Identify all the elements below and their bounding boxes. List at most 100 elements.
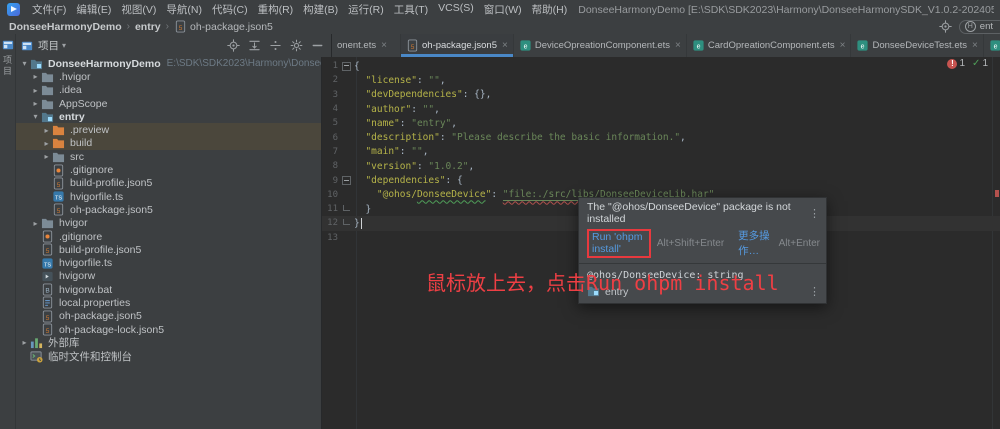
chevron-right-icon[interactable]: ▸ xyxy=(41,139,52,148)
close-icon[interactable]: × xyxy=(840,40,846,51)
chevron-right-icon[interactable]: ▸ xyxy=(30,219,41,228)
tree-row-.gitignore[interactable]: .gitignore xyxy=(16,230,321,243)
chevron-right-icon[interactable]: ▸ xyxy=(41,126,52,135)
project-stripe-icon[interactable] xyxy=(2,39,14,51)
close-icon[interactable]: × xyxy=(675,40,681,51)
kebab-menu-icon[interactable]: ⋮ xyxy=(809,285,820,298)
run-target-selector[interactable]: H ent xyxy=(959,20,1000,34)
chevron-right-icon[interactable]: ▸ xyxy=(30,99,41,108)
code-line-9[interactable]: 9 "dependencies": { xyxy=(322,173,1000,187)
tree-row-DonseeHarmonyDemo[interactable]: ▾DonseeHarmonyDemoE:\SDK\SDK2023\Harmony… xyxy=(16,57,321,70)
tree-row-.preview[interactable]: ▸.preview xyxy=(16,123,321,136)
chevron-right-icon[interactable]: ▸ xyxy=(19,338,30,347)
tree-row-build[interactable]: ▸build xyxy=(16,137,321,150)
tree-row-hvigorfile.ts[interactable]: TShvigorfile.ts xyxy=(16,190,321,203)
tree-row-外部库[interactable]: ▸外部库 xyxy=(16,336,321,349)
breadcrumb-items: DonseeHarmonyDemo›entry›5oh-package.json… xyxy=(9,20,273,33)
chevron-right-icon[interactable]: ▸ xyxy=(30,72,41,81)
tree-row-hvigorw.bat[interactable]: Bhvigorw.bat xyxy=(16,283,321,296)
json-icon: 5 xyxy=(41,243,55,256)
tree-row-build-profile.json5[interactable]: 5build-profile.json5 xyxy=(16,177,321,190)
menu-导航[interactable]: 导航(N) xyxy=(161,2,207,17)
chevron-down-icon[interactable]: ▾ xyxy=(30,112,41,121)
tree-row-local.properties[interactable]: local.properties xyxy=(16,296,321,309)
tab-CardOpreationComponent.ets[interactable]: eCardOpreationComponent.ets× xyxy=(687,34,852,57)
tree-row-entry[interactable]: ▾ entry xyxy=(16,110,321,123)
close-icon[interactable]: × xyxy=(502,40,508,51)
tree-row-hvigorw[interactable]: hvigorw xyxy=(16,270,321,283)
menu-窗口[interactable]: 窗口(W) xyxy=(479,2,527,17)
code-line-4[interactable]: 4 "author": "", xyxy=(322,102,1000,116)
code-line-6[interactable]: 6 "description": "Please describe the ba… xyxy=(322,130,1000,144)
tree-row-临时文件和控制台[interactable]: 临时文件和控制台 xyxy=(16,350,321,363)
menu-运行[interactable]: 运行(R) xyxy=(343,2,389,17)
tab-onent.ets[interactable]: onent.ets× xyxy=(332,34,401,57)
chevron-right-icon[interactable]: ▸ xyxy=(41,152,52,161)
menu-VCS[interactable]: VCS(S) xyxy=(433,2,479,17)
error-stripe-mark[interactable] xyxy=(995,190,999,197)
tree-row-src[interactable]: ▸src xyxy=(16,150,321,163)
tree-row-AppScope[interactable]: ▸AppScope xyxy=(16,97,321,110)
tree-row-.gitignore[interactable]: .gitignore xyxy=(16,163,321,176)
menu-代码[interactable]: 代码(C) xyxy=(207,2,253,17)
breadcrumb-item[interactable]: 5oh-package.json5 xyxy=(174,20,273,33)
tree-row-.hvigor[interactable]: ▸.hvigor xyxy=(16,70,321,83)
tree-row-hvigor[interactable]: ▸hvigor xyxy=(16,217,321,230)
close-icon[interactable]: × xyxy=(381,40,387,51)
locate-icon[interactable] xyxy=(227,39,240,52)
tab-DeviceOpreationComponent.ets[interactable]: eDeviceOpreationComponent.ets× xyxy=(514,34,687,57)
tree-label: 临时文件和控制台 xyxy=(48,349,132,364)
stripe-project-label[interactable]: 项目 xyxy=(1,55,14,77)
run-ohpm-install-link[interactable]: Run 'ohpm install' xyxy=(587,229,651,258)
run-target-label: ent xyxy=(980,21,993,32)
code-line-2[interactable]: 2 "license": "", xyxy=(322,73,1000,87)
locate-icon[interactable] xyxy=(939,20,952,33)
tab-CommonContants.ets[interactable]: eCommonContants.ets× xyxy=(984,34,1000,57)
chevron-down-icon[interactable]: ▾ xyxy=(62,41,66,50)
svg-text:e: e xyxy=(523,43,527,50)
chevron-down-icon[interactable]: ▾ xyxy=(19,59,30,68)
chevron-right-icon[interactable]: ▸ xyxy=(30,86,41,95)
fold-marker-icon[interactable] xyxy=(338,222,354,225)
menu-视图[interactable]: 视图(V) xyxy=(116,2,161,17)
code-line-3[interactable]: 3 "devDependencies": {}, xyxy=(322,88,1000,102)
tree-row-.idea[interactable]: ▸.idea xyxy=(16,84,321,97)
collapse-all-icon[interactable] xyxy=(269,39,282,52)
ok-count: 1 xyxy=(982,58,988,69)
breadcrumb-item[interactable]: DonseeHarmonyDemo xyxy=(9,21,122,33)
editor[interactable]: 1{2 "license": "",3 "devDependencies": {… xyxy=(322,57,1000,429)
code-line-1[interactable]: 1{ xyxy=(322,59,1000,73)
tree-row-build-profile.json5[interactable]: 5build-profile.json5 xyxy=(16,243,321,256)
hide-icon[interactable] xyxy=(311,39,324,52)
tab-oh-package.json5[interactable]: 5oh-package.json5× xyxy=(401,34,514,57)
code-line-7[interactable]: 7 "main": "", xyxy=(322,145,1000,159)
tree-row-hvigorfile.ts[interactable]: TShvigorfile.ts xyxy=(16,256,321,269)
expand-all-icon[interactable] xyxy=(248,39,261,52)
code-line-8[interactable]: 8 "version": "1.0.2", xyxy=(322,159,1000,173)
tree-label: hvigorw.bat xyxy=(59,284,112,296)
tree-row-oh-package.json5[interactable]: 5oh-package.json5 xyxy=(16,203,321,216)
more-actions-link[interactable]: 更多操作… xyxy=(738,228,772,258)
tab-DonseeDeviceTest.ets[interactable]: eDonseeDeviceTest.ets× xyxy=(851,34,983,57)
kebab-menu-icon[interactable]: ⋮ xyxy=(809,207,820,220)
menu-重构[interactable]: 重构(R) xyxy=(253,2,299,17)
breadcrumb-item[interactable]: entry xyxy=(135,21,161,33)
menu-帮助[interactable]: 帮助(H) xyxy=(527,2,573,17)
tree-label: entry xyxy=(59,111,85,123)
menu-编辑[interactable]: 编辑(E) xyxy=(71,2,116,17)
menu-工具[interactable]: 工具(T) xyxy=(389,2,433,17)
caret xyxy=(361,218,362,229)
code-line-5[interactable]: 5 "name": "entry", xyxy=(322,116,1000,130)
tree-row-oh-package.json5[interactable]: 5oh-package.json5 xyxy=(16,310,321,323)
fold-marker-icon[interactable] xyxy=(338,176,354,185)
fold-marker-icon[interactable] xyxy=(338,208,354,211)
close-icon[interactable]: × xyxy=(972,40,978,51)
fold-marker-icon[interactable] xyxy=(338,62,354,71)
project-panel-title[interactable]: 项目 xyxy=(38,38,59,53)
menu-文件[interactable]: 文件(F) xyxy=(27,2,71,17)
menu-构建[interactable]: 构建(B) xyxy=(298,2,343,17)
tree-row-oh-package-lock.json5[interactable]: 5oh-package-lock.json5 xyxy=(16,323,321,336)
inspection-widget[interactable]: !1 ✓1 xyxy=(947,58,988,69)
settings-icon[interactable] xyxy=(290,39,303,52)
ets-file-icon: e xyxy=(519,39,532,52)
